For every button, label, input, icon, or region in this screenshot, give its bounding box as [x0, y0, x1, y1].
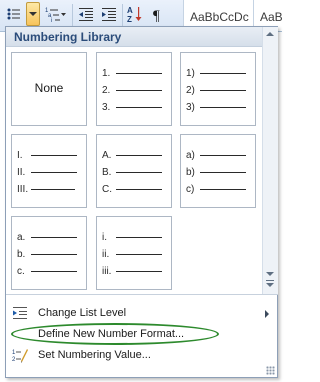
list-marker: iii.	[102, 265, 112, 277]
multilevel-list-icon: 1 a i	[45, 8, 66, 22]
highlight-annotation-ellipse	[11, 323, 219, 345]
list-marker: 3)	[186, 101, 195, 113]
numbering-library-header: Numbering Library	[6, 27, 262, 47]
list-marker: ii.	[102, 248, 110, 260]
resize-grip-icon[interactable]	[266, 366, 275, 375]
gallery-scrollbar[interactable]	[262, 27, 278, 294]
decrease-indent-icon	[79, 8, 93, 21]
toolbar-separator	[122, 4, 123, 26]
decrease-indent-button[interactable]	[75, 2, 97, 26]
numbering-dropdown-button[interactable]	[26, 2, 40, 26]
list-marker: 2.	[102, 84, 111, 96]
numbering-gallery: None 1. 2. 3. 1) 2) 3) I. II. III. A. B.…	[6, 48, 262, 294]
list-marker: II.	[17, 166, 26, 178]
svg-text:Z: Z	[127, 15, 132, 23]
list-marker: I.	[17, 149, 23, 161]
list-marker: b.	[17, 248, 26, 260]
change-list-level-menu-item[interactable]: Change List Level	[6, 303, 262, 323]
set-numbering-value-icon: 1 2	[8, 345, 32, 365]
svg-text:¶: ¶	[153, 8, 160, 22]
numbering-tile-1-paren[interactable]: 1) 2) 3)	[180, 52, 256, 126]
list-marker: A.	[102, 149, 112, 161]
bullets-icon	[7, 8, 20, 20]
numbering-library-dropdown: Numbering Library None 1. 2. 3. 1) 2) 3)…	[5, 26, 278, 378]
numbering-tile-alpha-lower-period[interactable]: a. b. c.	[11, 216, 87, 290]
set-numbering-value-label: Set Numbering Value...	[38, 349, 151, 361]
numbering-tile-roman-lower[interactable]: i. ii. iii.	[96, 216, 172, 290]
numbering-tile-1-period[interactable]: 1. 2. 3.	[96, 52, 172, 126]
scroll-down-icon[interactable]	[266, 272, 274, 276]
menu-divider	[6, 294, 278, 295]
list-marker: c)	[186, 183, 195, 195]
show-formatting-marks-button[interactable]: ¶	[148, 2, 170, 26]
svg-text:A: A	[127, 6, 133, 15]
increase-indent-icon	[102, 8, 116, 21]
scroll-up-icon[interactable]	[266, 32, 274, 36]
numbering-tile-alpha-upper[interactable]: A. B. C.	[96, 134, 172, 208]
list-marker: 1.	[102, 67, 111, 79]
change-list-level-icon	[8, 303, 32, 323]
more-icon	[266, 280, 274, 281]
numbering-tile-roman-upper[interactable]: I. II. III.	[11, 134, 87, 208]
numbering-none-tile[interactable]: None	[11, 52, 87, 126]
set-numbering-value-menu-item[interactable]: 1 2 Set Numbering Value...	[6, 345, 262, 365]
list-marker: 2)	[186, 84, 195, 96]
none-label: None	[34, 81, 64, 95]
list-marker: c.	[17, 265, 25, 277]
toolbar-separator	[72, 4, 73, 26]
multilevel-list-button[interactable]: 1 a i	[43, 2, 69, 26]
list-marker: C.	[102, 183, 112, 195]
svg-text:i: i	[51, 18, 52, 22]
list-marker: 3.	[102, 101, 111, 113]
list-marker: III.	[17, 183, 29, 195]
numbering-tile-alpha-lower-paren[interactable]: a) b) c)	[180, 134, 256, 208]
submenu-arrow-icon	[265, 310, 269, 318]
sort-icon: A Z	[127, 6, 142, 23]
svg-text:1: 1	[12, 350, 16, 356]
list-marker: i.	[102, 231, 107, 243]
show-formatting-marks-icon: ¶	[153, 8, 160, 22]
list-marker: a.	[17, 231, 26, 243]
list-marker: 1)	[186, 67, 195, 79]
svg-text:2: 2	[12, 357, 16, 363]
list-marker: b)	[186, 166, 195, 178]
list-marker: a)	[186, 149, 195, 161]
chevron-down-icon	[29, 12, 37, 16]
change-list-level-label: Change List Level	[38, 307, 127, 319]
list-marker: B.	[102, 166, 112, 178]
bullets-button[interactable]	[3, 2, 25, 26]
expand-gallery-icon[interactable]	[266, 283, 274, 287]
increase-indent-button[interactable]	[98, 2, 120, 26]
sort-button[interactable]: A Z	[124, 2, 146, 26]
